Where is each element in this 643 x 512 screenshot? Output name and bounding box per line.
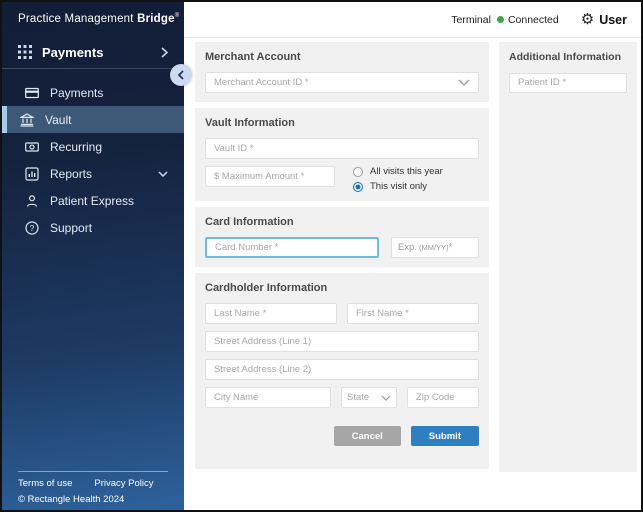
sidebar-divider <box>2 68 184 69</box>
form-column: Merchant Account Merchant Account ID * V… <box>195 42 489 475</box>
form-actions: Cancel Submit <box>205 426 479 446</box>
sidebar-item-label: Support <box>50 221 92 235</box>
bar-chart-icon <box>25 167 39 181</box>
question-circle-icon: ? <box>25 221 39 235</box>
exp-format: (MM/YY) <box>419 243 449 252</box>
grid-icon <box>18 45 32 59</box>
sidebar-item-recurring[interactable]: Recurring <box>2 133 184 160</box>
merchant-account-title: Merchant Account <box>205 51 479 63</box>
cardholder-information-title: Cardholder Information <box>205 282 479 294</box>
merchant-account-id-select[interactable]: Merchant Account ID * <box>205 72 479 93</box>
bank-icon <box>20 113 34 127</box>
person-icon <box>25 194 39 208</box>
brand-name-regular: Practice Management <box>18 13 134 25</box>
cancel-button[interactable]: Cancel <box>334 426 401 446</box>
additional-information-title: Additional Information <box>509 51 627 63</box>
sidebar-item-label: Patient Express <box>50 194 134 208</box>
patient-id-input[interactable] <box>509 73 627 93</box>
main-content: Merchant Account Merchant Account ID * V… <box>184 38 641 510</box>
chevron-down-icon <box>158 171 168 177</box>
state-select-label: State <box>347 392 369 403</box>
maximum-amount-input[interactable] <box>205 166 335 187</box>
sidebar-item-support[interactable]: ? Support <box>2 214 184 241</box>
brand-name-bold: Bridge <box>137 13 175 25</box>
sidebar-collapse-button[interactable] <box>170 64 192 86</box>
app-window: Practice Management Bridge® Payments <box>0 0 643 512</box>
copyright-text: © Rectangle Health 2024 <box>18 494 168 505</box>
state-select[interactable]: State <box>341 387 397 408</box>
cash-icon <box>25 140 39 154</box>
card-information-title: Card Information <box>205 216 479 228</box>
brand-trademark: ® <box>175 13 180 19</box>
radio-all-visits[interactable]: All visits this year <box>353 166 443 177</box>
chevron-down-icon <box>458 79 470 86</box>
user-menu-label: User <box>599 13 627 27</box>
vault-information-title: Vault Information <box>205 117 479 129</box>
connection-status-dot <box>497 16 504 23</box>
sidebar-item-payments[interactable]: Payments <box>2 79 184 106</box>
radio-selected-icon <box>353 182 363 192</box>
submit-button[interactable]: Submit <box>411 426 479 446</box>
last-name-input[interactable] <box>205 303 337 324</box>
card-information-section: Card Information Exp. (MM/YY) * <box>195 207 489 267</box>
connection-status-text: Connected <box>508 14 559 26</box>
street-address-1-input[interactable] <box>205 331 479 352</box>
zip-code-input[interactable] <box>407 387 479 408</box>
sidebar-item-label: Vault <box>45 113 71 127</box>
radio-this-visit-label: This visit only <box>370 181 427 192</box>
sidebar-item-vault[interactable]: Vault <box>2 106 184 133</box>
sidebar-item-patient-express[interactable]: Patient Express <box>2 187 184 214</box>
sidebar: Practice Management Bridge® Payments <box>2 2 184 510</box>
sidebar-footer: Terms of use Privacy Policy © Rectangle … <box>18 471 168 505</box>
brand-logo: Practice Management Bridge® <box>18 13 179 25</box>
card-number-input[interactable] <box>205 237 379 258</box>
street-address-2-input[interactable] <box>205 359 479 380</box>
sidebar-item-label: Recurring <box>50 140 102 154</box>
visit-radio-group: All visits this year This visit only <box>353 166 443 192</box>
merchant-account-section: Merchant Account Merchant Account ID * <box>195 42 489 102</box>
sidebar-header-label: Payments <box>42 45 103 60</box>
user-menu[interactable]: ⚙ User <box>581 12 627 27</box>
radio-all-visits-label: All visits this year <box>370 166 443 177</box>
footer-divider <box>18 471 168 472</box>
sidebar-item-reports[interactable]: Reports <box>2 160 184 187</box>
chevron-right-icon <box>161 47 168 58</box>
radio-unselected-icon <box>353 167 363 177</box>
credit-card-icon <box>25 86 39 100</box>
first-name-input[interactable] <box>347 303 479 324</box>
top-bar: Terminal Connected ⚙ User <box>184 2 641 38</box>
gear-icon: ⚙ <box>581 12 594 27</box>
chevron-left-icon <box>178 70 184 80</box>
city-name-input[interactable] <box>205 387 331 408</box>
additional-information-section: Additional Information <box>499 42 637 472</box>
exp-label: Exp. <box>398 242 417 253</box>
terms-of-use-link[interactable]: Terms of use <box>18 478 72 489</box>
sidebar-header-payments[interactable]: Payments <box>2 39 184 65</box>
vault-information-section: Vault Information All visits this year T… <box>195 108 489 201</box>
exp-required: * <box>449 242 453 253</box>
sidebar-item-label: Payments <box>50 86 103 100</box>
additional-information-column: Additional Information <box>499 42 637 472</box>
expiration-date-input[interactable]: Exp. (MM/YY) * <box>391 237 479 258</box>
vault-id-input[interactable] <box>205 138 479 159</box>
merchant-account-id-placeholder: Merchant Account ID * <box>214 77 309 88</box>
sidebar-menu: Payments Vault Recurring <box>2 79 184 241</box>
chevron-down-icon <box>381 395 391 401</box>
radio-this-visit[interactable]: This visit only <box>353 181 443 192</box>
svg-text:?: ? <box>30 223 35 233</box>
terminal-label: Terminal <box>451 14 491 26</box>
privacy-policy-link[interactable]: Privacy Policy <box>94 478 153 489</box>
cardholder-information-section: Cardholder Information State <box>195 273 489 469</box>
sidebar-item-label: Reports <box>50 167 92 181</box>
